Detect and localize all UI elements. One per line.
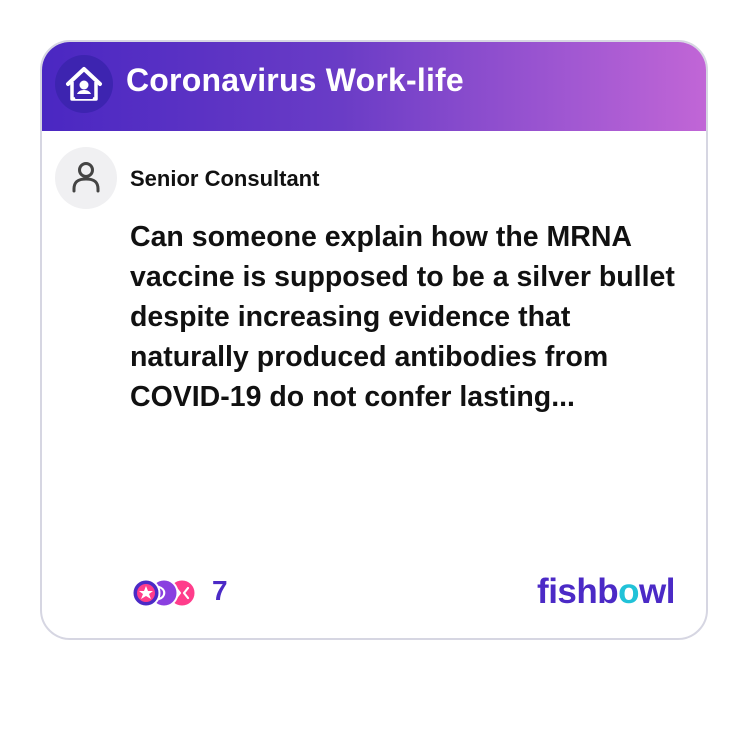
post-text[interactable]: Can someone explain how the MRNA vaccine… bbox=[130, 217, 690, 417]
brand-part-2: o bbox=[618, 572, 640, 611]
bowl-header[interactable]: Coronavirus Work-life bbox=[42, 42, 706, 131]
brand-part-3: wl bbox=[639, 572, 675, 611]
brand-part-1: fishb bbox=[537, 572, 619, 611]
reaction-count[interactable]: 7 bbox=[212, 575, 228, 607]
author-title: Senior Consultant bbox=[130, 166, 320, 191]
fishbowl-logo: fishbowl bbox=[537, 572, 675, 612]
reaction-faces-icon[interactable] bbox=[130, 577, 200, 609]
house-person-icon bbox=[55, 55, 113, 113]
post-card[interactable]: Coronavirus Work-life Senior Consultant … bbox=[40, 40, 708, 640]
bowl-title[interactable]: Coronavirus Work-life bbox=[126, 62, 464, 99]
person-outline-icon bbox=[55, 147, 117, 209]
